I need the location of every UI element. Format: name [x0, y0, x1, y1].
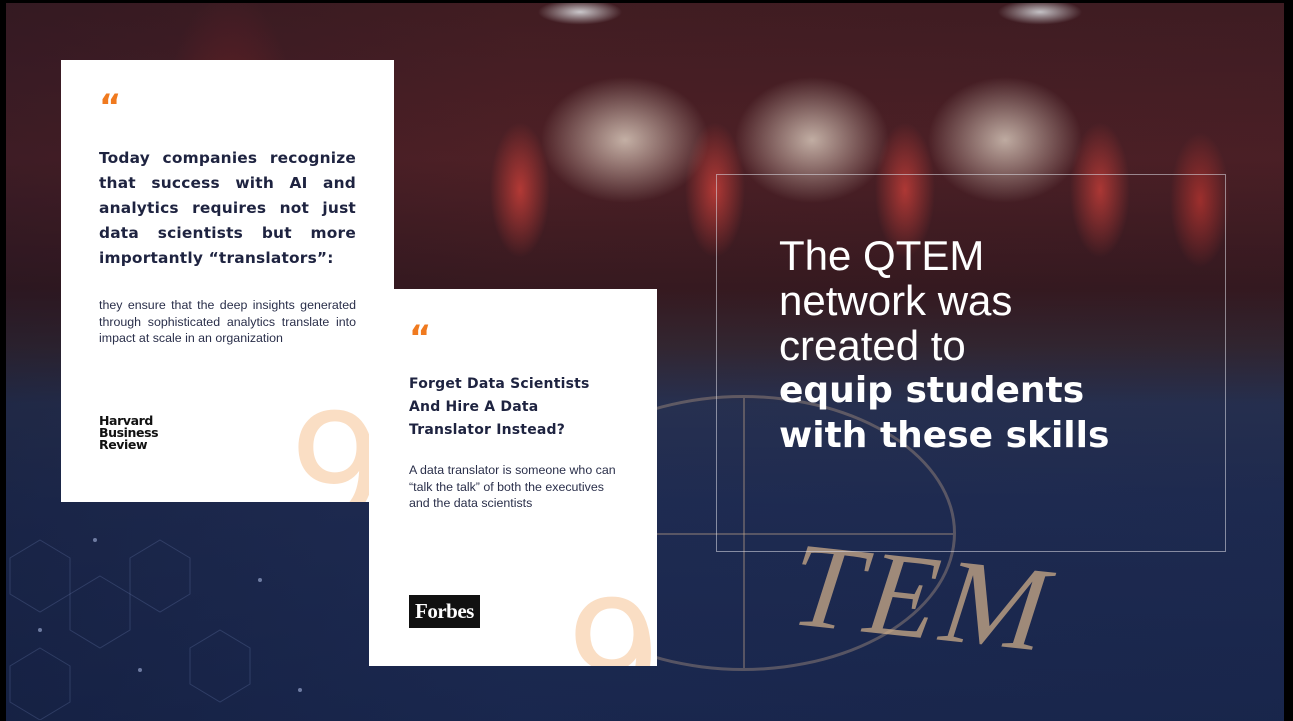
statement-emphasis-line: equip students	[779, 370, 1085, 411]
qtem-statement-box: The QTEM network was created to equip st…	[716, 174, 1226, 552]
statement-line: created to	[779, 322, 966, 369]
decorative-network-pattern	[9, 538, 302, 720]
open-quote-icon: “	[99, 87, 122, 127]
frame-border-top	[0, 0, 1293, 3]
close-quote-icon: 99	[566, 570, 657, 666]
hbr-quote-body: they ensure that the deep insights gener…	[99, 298, 356, 345]
forbes-logo: Forbes	[409, 595, 480, 628]
hbr-quote-headline: Today companies recognize that success w…	[99, 149, 356, 267]
forbes-quote-headline: Forget Data Scientists And Hire A Data T…	[409, 376, 590, 438]
hbr-quote-card: “ Today companies recognize that success…	[61, 60, 394, 502]
frame-border-right	[1284, 0, 1293, 721]
frame-border-left	[0, 0, 6, 721]
statement-emphasis-line: with these skills	[779, 415, 1110, 456]
statement-line: The QTEM	[779, 232, 985, 279]
forbes-quote-body: A data translator is someone who can “ta…	[409, 463, 616, 510]
statement-line: network was	[779, 277, 1013, 324]
slide: TEM “ Today companies recognize that suc…	[0, 0, 1293, 721]
forbes-quote-card: “ Forget Data Scientists And Hire A Data…	[369, 289, 657, 666]
harvard-business-review-logo: Harvard Business Review	[99, 413, 159, 452]
open-quote-icon: “	[409, 318, 432, 358]
